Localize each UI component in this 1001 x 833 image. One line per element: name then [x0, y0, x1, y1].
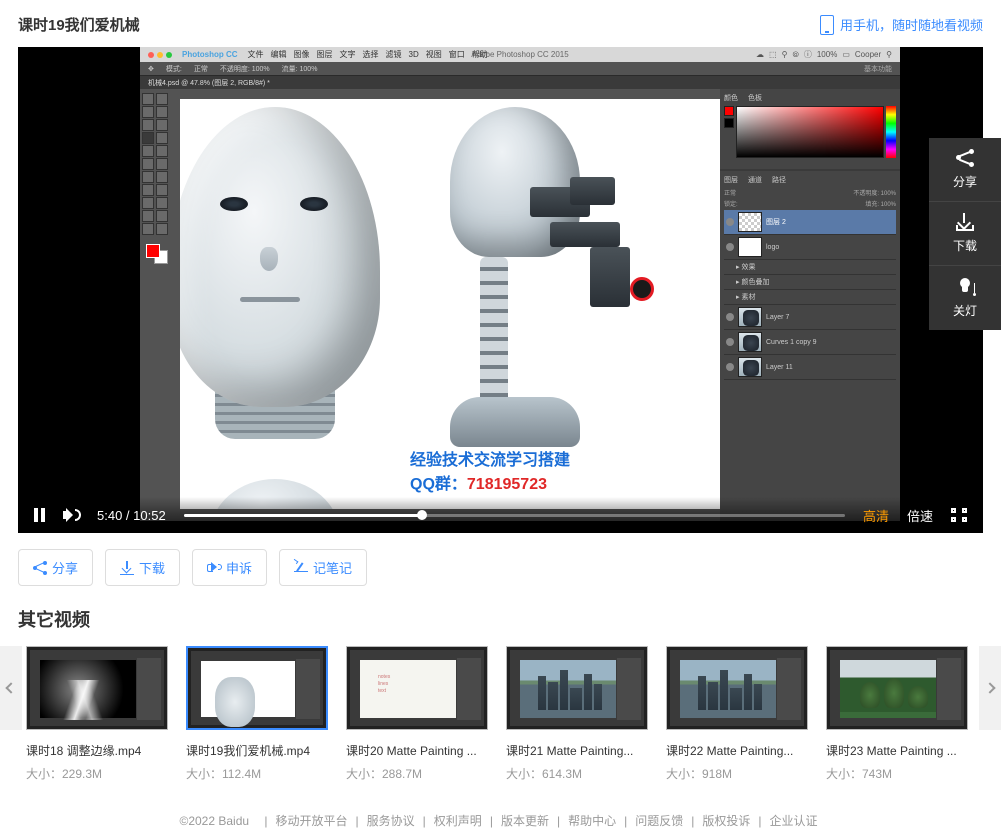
mobile-watch-link[interactable]: 用手机，随时随地看视频 [820, 15, 983, 35]
mobile-link-text: 用手机，随时随地看视频 [840, 15, 983, 34]
video-size: 大小：614.3M [506, 765, 648, 782]
footer-link[interactable]: 企业认证 [770, 814, 818, 828]
mobile-icon [820, 15, 834, 35]
layer-row: Curves 1 copy 9 [724, 330, 896, 355]
ps-zoom: 100% [817, 50, 837, 59]
video-size: 大小：743M [826, 765, 968, 782]
carousel-next-button[interactable] [979, 646, 1001, 730]
speed-button[interactable]: 倍速 [907, 506, 933, 525]
ps-color-swatch [142, 244, 168, 264]
video-thumbnail [826, 646, 968, 730]
photoshop-window: Photoshop CC 文件编辑图像图层文字选择滤镜3D视图窗口帮助 Adob… [140, 47, 900, 521]
ps-app-logo: Photoshop CC [182, 50, 238, 59]
video-thumbnail [26, 646, 168, 730]
video-card[interactable]: 课时18 调整边缘.mp4 大小：229.3M [26, 646, 168, 782]
fullscreen-button[interactable] [951, 508, 967, 522]
layer-row: Layer 7 [724, 305, 896, 330]
page-title: 课时19我们爱机械 [18, 14, 140, 35]
video-thumbnail: noteslinestext [346, 646, 488, 730]
video-size: 大小：288.7M [346, 765, 488, 782]
side-share-button[interactable]: 分享 [929, 138, 1001, 202]
video-card[interactable]: 课时21 Matte Painting... 大小：614.3M [506, 646, 648, 782]
footer-link[interactable]: 移动开放平台 [276, 814, 348, 828]
ps-doc-tab: 机械4.psd @ 47.8% (图层 2, RGB/8#) * [140, 76, 900, 89]
pencil-icon [294, 561, 308, 575]
layer-row: Layer 11 [724, 355, 896, 380]
side-lights-button[interactable]: 关灯 [929, 266, 1001, 330]
video-title: 课时20 Matte Painting ... [346, 742, 488, 759]
footer: ©2022 Baidu |移动开放平台|服务协议|权利声明|版本更新|帮助中心|… [0, 782, 1001, 831]
footer-link[interactable]: 服务协议 [367, 814, 415, 828]
video-card[interactable]: noteslinestext 课时20 Matte Painting ... 大小：… [346, 646, 488, 782]
ps-canvas: 经验技术交流学习搭建 QQ群：718195723 [180, 99, 720, 509]
video-title: 课时22 Matte Painting... [666, 742, 808, 759]
time-display: 5:40 / 10:52 [97, 508, 166, 523]
pause-button[interactable] [34, 508, 45, 522]
volume-button[interactable] [63, 508, 79, 522]
video-card[interactable]: 课时19我们爱机械.mp4 大小：112.4M [186, 646, 328, 782]
side-download-button[interactable]: 下载 [929, 202, 1001, 266]
video-card[interactable]: 课时23 Matte Painting ... 大小：743M [826, 646, 968, 782]
video-title: 课时23 Matte Painting ... [826, 742, 968, 759]
video-title: 课时19我们爱机械.mp4 [186, 742, 328, 759]
video-thumbnail [186, 646, 328, 730]
watermark: 经验技术交流学习搭建 QQ群：718195723 [410, 449, 570, 497]
carousel-prev-button[interactable] [0, 646, 22, 730]
megaphone-icon [207, 561, 221, 575]
share-button[interactable]: 分享 [18, 549, 93, 586]
ps-toolbar [140, 89, 170, 521]
report-button[interactable]: 申诉 [192, 549, 267, 586]
share-icon [956, 149, 974, 167]
download-icon [120, 561, 134, 575]
quality-button[interactable]: 高清 [863, 506, 889, 525]
share-icon [33, 561, 47, 575]
download-icon [956, 213, 974, 231]
layer-group: ▸ 效果 [724, 260, 896, 275]
video-size: 大小：918M [666, 765, 808, 782]
side-actions: 分享 下载 关灯 [929, 138, 1001, 330]
footer-link[interactable]: 权利声明 [434, 814, 482, 828]
footer-link[interactable]: 问题反馈 [635, 814, 683, 828]
ps-window-title: Adobe Photoshop CC 2015 [471, 50, 568, 59]
video-card[interactable]: 课时22 Matte Painting... 大小：918M [666, 646, 808, 782]
chevron-left-icon [5, 682, 16, 693]
layer-row: logo [724, 235, 896, 260]
video-player[interactable]: Photoshop CC 文件编辑图像图层文字选择滤镜3D视图窗口帮助 Adob… [18, 47, 983, 533]
footer-link[interactable]: 版本更新 [501, 814, 549, 828]
video-size: 大小：112.4M [186, 765, 328, 782]
lightbulb-icon [956, 278, 974, 296]
other-videos-title: 其它视频 [0, 602, 1001, 646]
progress-bar[interactable] [184, 514, 845, 517]
ps-menubar: Photoshop CC 文件编辑图像图层文字选择滤镜3D视图窗口帮助 Adob… [140, 47, 900, 62]
ps-option-bar: ✥ 模式: 正常 不透明度: 100% 流量: 100% 基本功能 [140, 62, 900, 76]
ps-user: Cooper [855, 50, 881, 59]
layer-group: ▸ 颜色叠加 [724, 275, 896, 290]
layer-group: ▸ 素材 [724, 290, 896, 305]
download-button[interactable]: 下载 [105, 549, 180, 586]
footer-link[interactable]: 版权投诉 [702, 814, 750, 828]
ps-panels: 颜色色板 图层通道路径 正常不透明度: 100% 锁定:填充: 100% [720, 89, 900, 521]
footer-link[interactable]: 帮助中心 [568, 814, 616, 828]
video-thumbnail [666, 646, 808, 730]
video-size: 大小：229.3M [26, 765, 168, 782]
video-thumbnail [506, 646, 648, 730]
layer-row: 图层 2 [724, 210, 896, 235]
player-controls: 5:40 / 10:52 高清 倍速 [18, 497, 983, 533]
video-title: 课时21 Matte Painting... [506, 742, 648, 759]
chevron-right-icon [984, 682, 995, 693]
video-title: 课时18 调整边缘.mp4 [26, 742, 168, 759]
note-button[interactable]: 记笔记 [279, 549, 367, 586]
